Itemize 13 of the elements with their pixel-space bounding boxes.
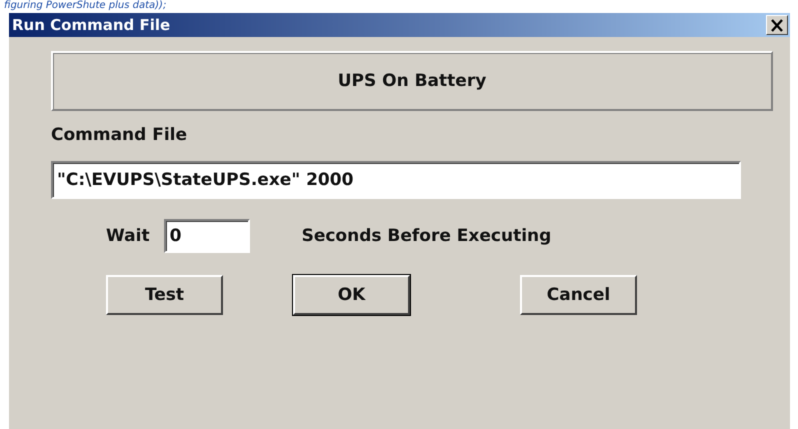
window-title: Run Command File <box>12 16 170 34</box>
close-icon <box>770 18 784 32</box>
seconds-label: Seconds Before Executing <box>302 226 552 246</box>
wait-field[interactable]: 0 <box>164 219 250 253</box>
wait-label: Wait <box>106 226 150 246</box>
close-button[interactable] <box>766 15 788 35</box>
dialog-button[interactable]: Test <box>106 275 223 315</box>
page-caption: figuring PowerShute plus data)); <box>4 0 166 12</box>
dialog-button[interactable]: OK <box>293 275 410 315</box>
command-file-field[interactable]: "C:\EVUPS\StateUPS.exe" 2000 <box>51 161 741 199</box>
command-file-label: Command File <box>51 125 188 145</box>
event-panel: UPS On Battery <box>51 51 773 111</box>
dialog-button[interactable]: Cancel <box>520 275 637 315</box>
